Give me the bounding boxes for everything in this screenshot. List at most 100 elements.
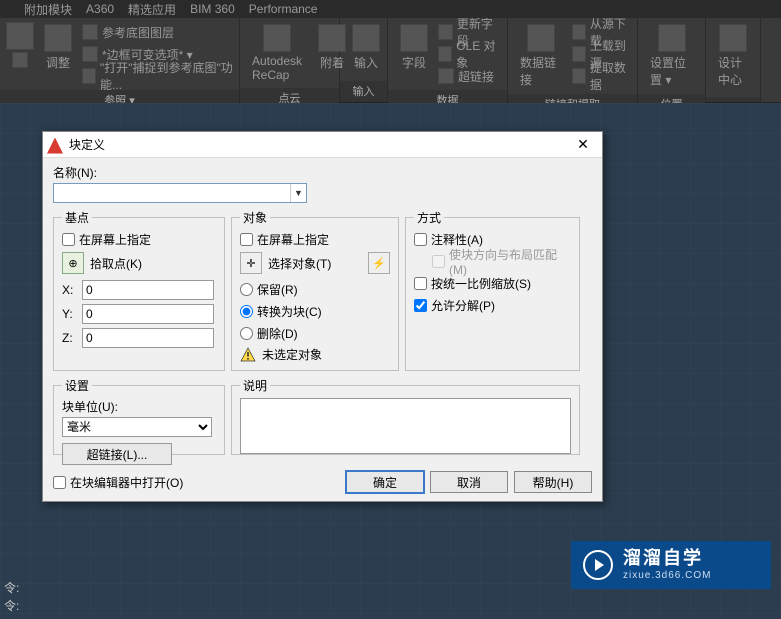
underlay-layers-icon[interactable] [82,24,98,40]
watermark-title: 溜溜自学 [623,548,711,570]
panel-content-label [706,97,760,102]
import-icon[interactable] [352,24,380,52]
cancel-button[interactable]: 取消 [430,471,508,493]
play-icon [583,550,613,580]
download-src-icon[interactable] [572,24,586,40]
name-label: 名称(N): [53,164,592,181]
base-point-legend: 基点 [62,209,92,226]
name-dropdown-arrow[interactable]: ▼ [290,184,306,202]
obj-on-screen-checkbox[interactable] [240,233,253,246]
dialog-title: 块定义 [69,136,568,153]
recap-icon[interactable] [263,24,291,52]
no-objects-warning: 未选定对象 [262,346,322,363]
ribbon-tabs: 附加模块 A360 精选应用 BIM 360 Performance [0,0,781,18]
open-block-editor-checkbox[interactable] [53,476,66,489]
datalink-icon[interactable] [527,24,555,52]
objects-group: 对象 在屏幕上指定 ✛ 选择对象(T) ⚡ 保留(R) 转换为块(C) 删除(D… [231,209,399,371]
set-location-label: 设置位置 ▾ [650,54,693,88]
block-name-input[interactable] [54,184,290,202]
retain-radio[interactable] [240,283,253,296]
extract-data-label: 提取数据 [590,59,631,93]
block-units-label: 块单位(U): [62,398,216,415]
orient-checkbox [432,255,445,268]
upload-src-icon[interactable] [572,46,586,62]
convert-label: 转换为块(C) [257,303,322,320]
warning-icon [240,347,256,363]
x-input[interactable] [82,280,214,300]
delete-label: 删除(D) [257,325,298,342]
tab-addon[interactable]: 附加模块 [24,1,72,18]
adjust-label: 调整 [46,54,70,71]
extract-data-icon[interactable] [572,68,586,84]
update-field-icon[interactable] [438,24,453,40]
frames-icon[interactable] [82,46,98,62]
dialog-titlebar[interactable]: 块定义 ✕ [43,132,602,158]
import-label: 输入 [354,54,378,71]
description-textarea[interactable] [240,398,571,454]
snap-underlay-icon[interactable] [82,68,96,84]
allow-explode-label: 允许分解(P) [431,297,495,314]
convert-radio[interactable] [240,305,253,318]
datalink-label: 数据链接 [520,54,562,88]
watermark-url: zixue.3d66.COM [623,570,711,582]
quick-select-button[interactable]: ⚡ [368,252,390,274]
retain-label: 保留(R) [257,281,298,298]
x-label: X: [62,283,76,297]
tab-bim360[interactable]: BIM 360 [190,2,235,16]
select-objects-label: 选择对象(T) [268,255,331,272]
adjust-icon[interactable] [44,24,72,52]
field-icon[interactable] [400,24,428,52]
ok-button[interactable]: 确定 [346,471,424,493]
select-objects-button[interactable]: ✛ [240,252,262,274]
delete-radio[interactable] [240,327,253,340]
design-center-label: 设计中心 [718,54,748,88]
base-point-group: 基点 在屏幕上指定 ⊕ 拾取点(K) X: Y: Z: [53,209,225,371]
tab-featured[interactable]: 精选应用 [128,1,176,18]
description-legend: 说明 [240,377,270,394]
hyperlink-icon[interactable] [438,68,454,84]
base-on-screen-label: 在屏幕上指定 [79,231,151,248]
behavior-legend: 方式 [414,209,444,226]
hyperlink-button[interactable]: 超链接(L)... [62,443,172,465]
close-button[interactable]: ✕ [568,136,598,153]
pick-point-button[interactable]: ⊕ [62,252,84,274]
snap-underlay-label: "打开"捕捉到参考底图"功能... [100,59,233,93]
behavior-group: 方式 注释性(A) 使块方向与布局匹配(M) 按统一比例缩放(S) 允许分解(P… [405,209,580,371]
uniform-scale-label: 按统一比例缩放(S) [431,275,531,292]
orient-label: 使块方向与布局匹配(M) [449,246,571,277]
attach-ref-icon[interactable] [6,22,34,50]
uniform-scale-checkbox[interactable] [414,277,427,290]
y-label: Y: [62,307,76,321]
block-definition-dialog: 块定义 ✕ 名称(N): ▼ 基点 在屏幕上指定 ⊕ 拾取点(K) X: [42,131,603,502]
open-block-editor-label: 在块编辑器中打开(O) [70,474,183,491]
set-location-icon[interactable] [658,24,686,52]
clip-icon[interactable] [12,52,28,68]
underlay-layers-label: 参考底图图层 [102,24,174,41]
tab-a360[interactable]: A360 [86,2,114,16]
description-group: 说明 [231,377,580,455]
tab-performance[interactable]: Performance [249,2,318,16]
app-icon [47,138,63,154]
command-line: 令: 令: [4,579,19,615]
settings-legend: 设置 [62,377,92,394]
base-on-screen-checkbox[interactable] [62,233,75,246]
design-center-icon[interactable] [719,24,747,52]
panel-import-label: 输入 [340,81,387,102]
help-button[interactable]: 帮助(H) [514,471,592,493]
z-input[interactable] [82,328,214,348]
annotative-checkbox[interactable] [414,233,427,246]
field-label: 字段 [402,54,426,71]
hyperlink-label: 超链接 [458,68,494,85]
block-units-select[interactable]: 毫米 [62,417,212,437]
objects-legend: 对象 [240,209,270,226]
ole-icon[interactable] [438,46,452,62]
pick-point-label: 拾取点(K) [90,255,142,272]
obj-on-screen-label: 在屏幕上指定 [257,231,329,248]
z-label: Z: [62,331,76,345]
settings-group: 设置 块单位(U): 毫米 超链接(L)... [53,377,225,455]
allow-explode-checkbox[interactable] [414,299,427,312]
y-input[interactable] [82,304,214,324]
watermark: 溜溜自学 zixue.3d66.COM [571,541,771,589]
ribbon: 调整 参考底图图层 *边框可变选项* ▾ "打开"捕捉到参考底图"功能... 参… [0,18,781,103]
recap-label: Autodesk ReCap [252,54,302,82]
